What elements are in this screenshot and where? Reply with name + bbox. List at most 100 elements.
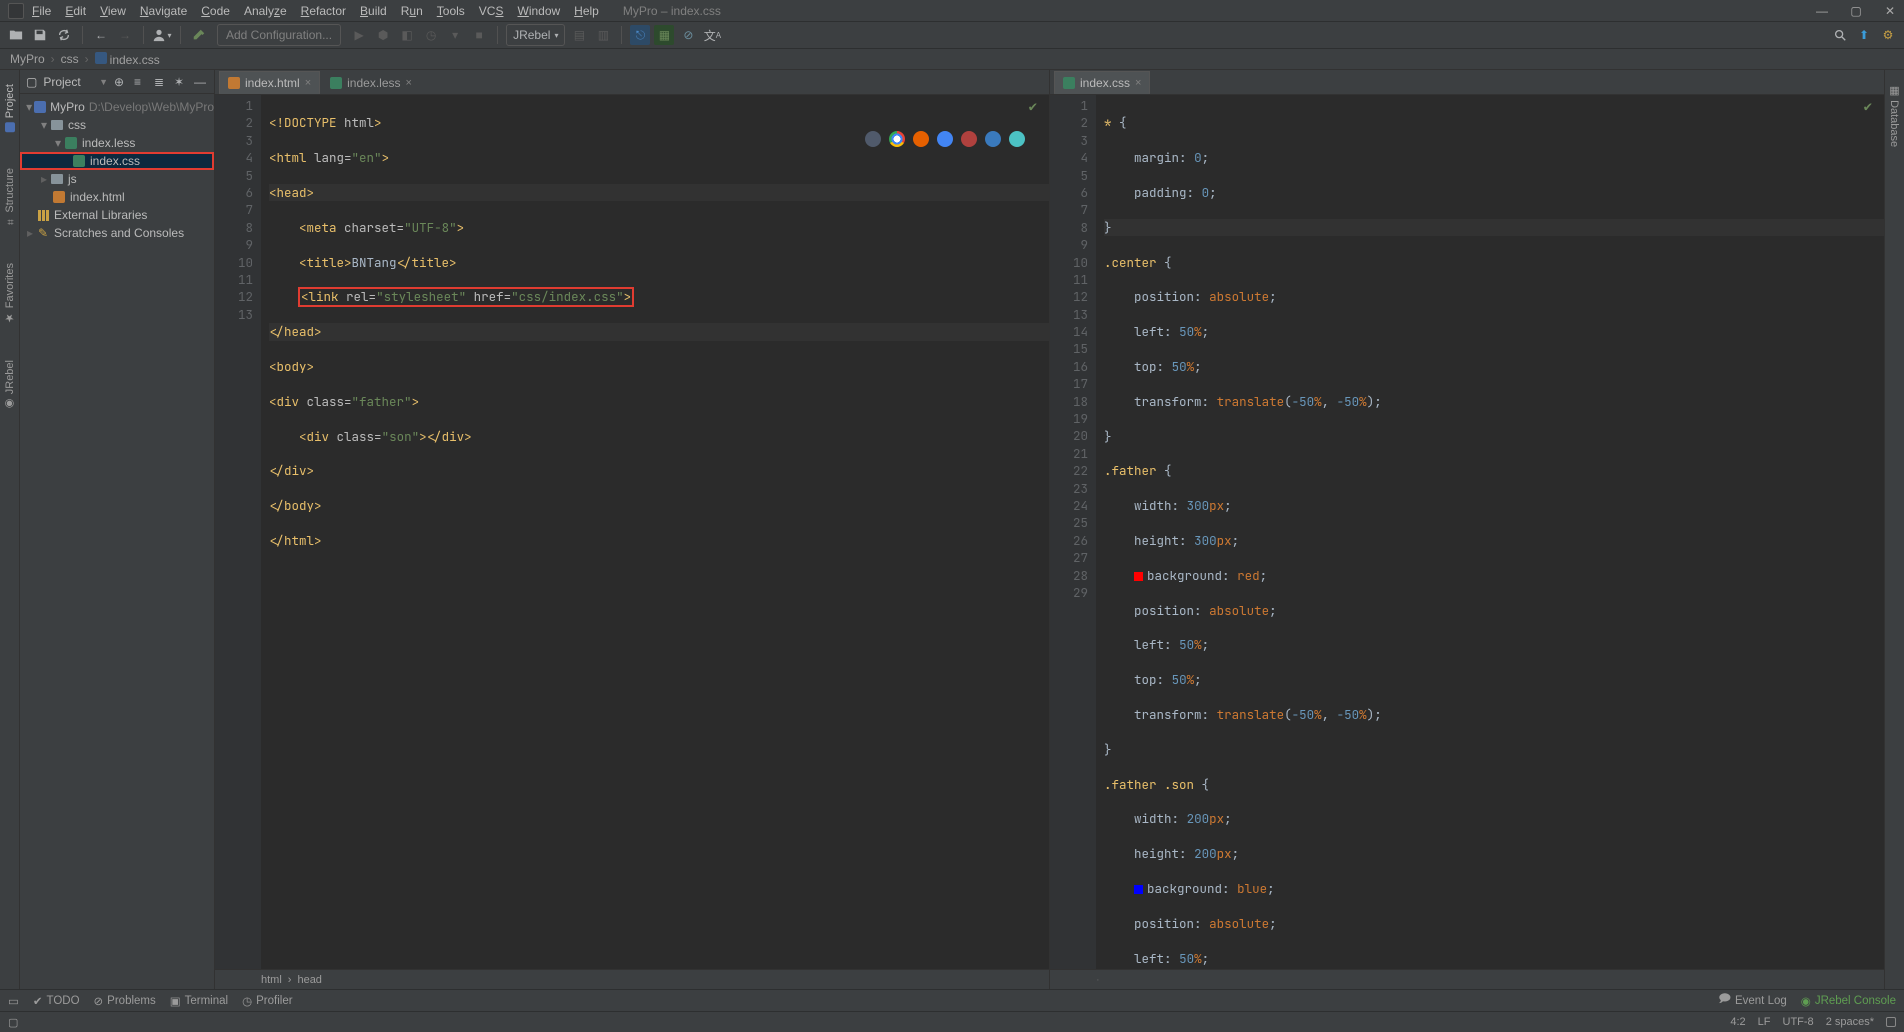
- tool-problems[interactable]: ⊘ Problems: [94, 994, 156, 1008]
- crumb-head[interactable]: head: [297, 974, 321, 986]
- attach-icon[interactable]: ▾: [445, 25, 465, 45]
- tree-root[interactable]: ▾ MyPro D:\Develop\Web\MyPro: [20, 98, 214, 116]
- tab-index-less[interactable]: index.less ×: [321, 71, 421, 94]
- tree-file-index-html[interactable]: index.html: [20, 188, 214, 206]
- chevron-down-icon[interactable]: ▼: [99, 77, 108, 87]
- hide-icon[interactable]: —: [194, 75, 208, 89]
- jrebel-debug-icon[interactable]: ▥: [593, 25, 613, 45]
- tree-external-libraries[interactable]: External Libraries: [20, 206, 214, 224]
- tab-index-css[interactable]: index.css ×: [1054, 71, 1150, 94]
- tool-profiler[interactable]: ◷ Profiler: [242, 994, 292, 1008]
- menu-edit[interactable]: Edit: [65, 4, 86, 18]
- close-tab-icon[interactable]: ×: [305, 77, 311, 89]
- file-encoding[interactable]: UTF-8: [1783, 1016, 1814, 1028]
- tab-jrebel[interactable]: ◉ JRebel: [3, 354, 16, 416]
- git-toolbox-icon[interactable]: ⎋: [630, 25, 650, 45]
- collapse-icon[interactable]: ≣: [154, 75, 168, 89]
- menu-window[interactable]: Window: [517, 4, 560, 18]
- editor-breadcrumbs-left: html › head: [215, 969, 1049, 989]
- caret-position[interactable]: 4:2: [1730, 1016, 1745, 1028]
- open-icon[interactable]: [6, 25, 26, 45]
- sync-icon[interactable]: [54, 25, 74, 45]
- chrome-icon[interactable]: [889, 131, 905, 147]
- crumb-file[interactable]: index.css: [95, 52, 160, 67]
- opera-icon[interactable]: [961, 131, 977, 147]
- tree-folder-css[interactable]: ▾ css: [20, 116, 214, 134]
- builtin-preview-icon[interactable]: [865, 131, 881, 147]
- search-icon[interactable]: [1830, 25, 1850, 45]
- expand-icon[interactable]: ≡: [134, 75, 148, 89]
- menu-vcs[interactable]: VCS: [479, 4, 504, 18]
- profile-icon[interactable]: ◷: [421, 25, 441, 45]
- save-icon[interactable]: [30, 25, 50, 45]
- menu-tools[interactable]: Tools: [437, 4, 465, 18]
- line-numbers: 1234567 8910111213: [215, 95, 261, 969]
- menu-view[interactable]: View: [100, 4, 126, 18]
- close-icon[interactable]: ✕: [1884, 4, 1896, 18]
- maximize-icon[interactable]: ▢: [1850, 4, 1862, 18]
- tab-project[interactable]: Project: [4, 78, 16, 138]
- locate-icon[interactable]: ⊕: [114, 75, 128, 89]
- updates-icon[interactable]: ⬆: [1854, 25, 1874, 45]
- crumb-project[interactable]: MyPro: [10, 52, 45, 66]
- indent-settings[interactable]: 2 spaces*: [1826, 1016, 1874, 1028]
- tab-index-html[interactable]: index.html ×: [219, 71, 320, 94]
- tree-scratches[interactable]: ▸✎ Scratches and Consoles: [20, 224, 214, 242]
- menu-analyze[interactable]: Analyze: [244, 4, 287, 18]
- project-tree[interactable]: ▾ MyPro D:\Develop\Web\MyPro ▾ css ▾ ind…: [20, 94, 214, 246]
- tool-terminal[interactable]: ▣ Terminal: [170, 994, 228, 1008]
- color-swatch-red[interactable]: [1134, 572, 1143, 581]
- hammer-icon[interactable]: [189, 25, 209, 45]
- coverage-icon[interactable]: ◧: [397, 25, 417, 45]
- close-tab-icon[interactable]: ×: [1135, 77, 1141, 89]
- translate-icon[interactable]: 文A: [702, 25, 722, 45]
- run-icon[interactable]: ▶: [349, 25, 369, 45]
- inspect-icon[interactable]: ⊘: [678, 25, 698, 45]
- menu-code[interactable]: Code: [201, 4, 230, 18]
- crumb-html[interactable]: html: [261, 974, 282, 986]
- menu-run[interactable]: Run: [401, 4, 423, 18]
- crumb-folder[interactable]: css: [61, 52, 79, 66]
- safari-icon[interactable]: [937, 131, 953, 147]
- analysis-ok-icon[interactable]: ✔: [1029, 99, 1037, 116]
- forward-icon[interactable]: →: [115, 25, 135, 45]
- ie-icon[interactable]: [985, 131, 1001, 147]
- toolbox-icon[interactable]: ▦: [654, 25, 674, 45]
- debug-icon[interactable]: ⬢: [373, 25, 393, 45]
- menu-file[interactable]: FFileile: [32, 4, 51, 18]
- menu-navigate[interactable]: Navigate: [140, 4, 187, 18]
- edge-icon[interactable]: [1009, 131, 1025, 147]
- status-square-icon[interactable]: ▢: [8, 1016, 18, 1029]
- user-icon[interactable]: ▾: [152, 25, 172, 45]
- color-swatch-blue[interactable]: [1134, 885, 1143, 894]
- line-separator[interactable]: LF: [1758, 1016, 1771, 1028]
- tab-structure[interactable]: ⌗ Structure: [4, 162, 16, 233]
- tool-event-log[interactable]: 🗩 Event Log: [1718, 991, 1787, 1010]
- jrebel-run-icon[interactable]: ▤: [569, 25, 589, 45]
- tab-favorites[interactable]: ★ Favorites: [3, 257, 16, 330]
- code-editor-html[interactable]: 1234567 8910111213 <!DOCTYPE html> <html…: [215, 95, 1049, 969]
- stop-icon[interactable]: ■: [469, 25, 489, 45]
- menu-build[interactable]: Build: [360, 4, 387, 18]
- tab-database[interactable]: ▦ Database: [1888, 78, 1901, 153]
- project-view-label[interactable]: Project: [43, 75, 93, 89]
- menu-help[interactable]: Help: [574, 4, 599, 18]
- minimize-icon[interactable]: —: [1816, 4, 1828, 18]
- menu-refactor[interactable]: Refactor: [301, 4, 346, 18]
- lock-icon[interactable]: [1886, 1017, 1896, 1027]
- tool-todo[interactable]: ✔ TODO: [33, 994, 80, 1008]
- tree-file-index-less[interactable]: ▾ index.less: [20, 134, 214, 152]
- tree-file-index-css[interactable]: index.css: [20, 152, 214, 170]
- firefox-icon[interactable]: [913, 131, 929, 147]
- run-configuration-dropdown[interactable]: Add Configuration...: [217, 24, 341, 46]
- jrebel-dropdown[interactable]: JRebel▾: [506, 24, 565, 46]
- tree-folder-js[interactable]: ▸ js: [20, 170, 214, 188]
- ide-settings-icon[interactable]: ⚙: [1878, 25, 1898, 45]
- close-tab-icon[interactable]: ×: [406, 77, 412, 89]
- tool-hide-icon[interactable]: ▭: [8, 994, 19, 1008]
- tool-jrebel-console[interactable]: ◉ JRebel Console: [1801, 994, 1896, 1008]
- code-editor-css[interactable]: 123456789 1011121314151617 1819202122232…: [1050, 95, 1884, 969]
- analysis-ok-icon[interactable]: ✔: [1864, 99, 1872, 116]
- gear-icon[interactable]: ✶: [174, 75, 188, 89]
- back-icon[interactable]: ←: [91, 25, 111, 45]
